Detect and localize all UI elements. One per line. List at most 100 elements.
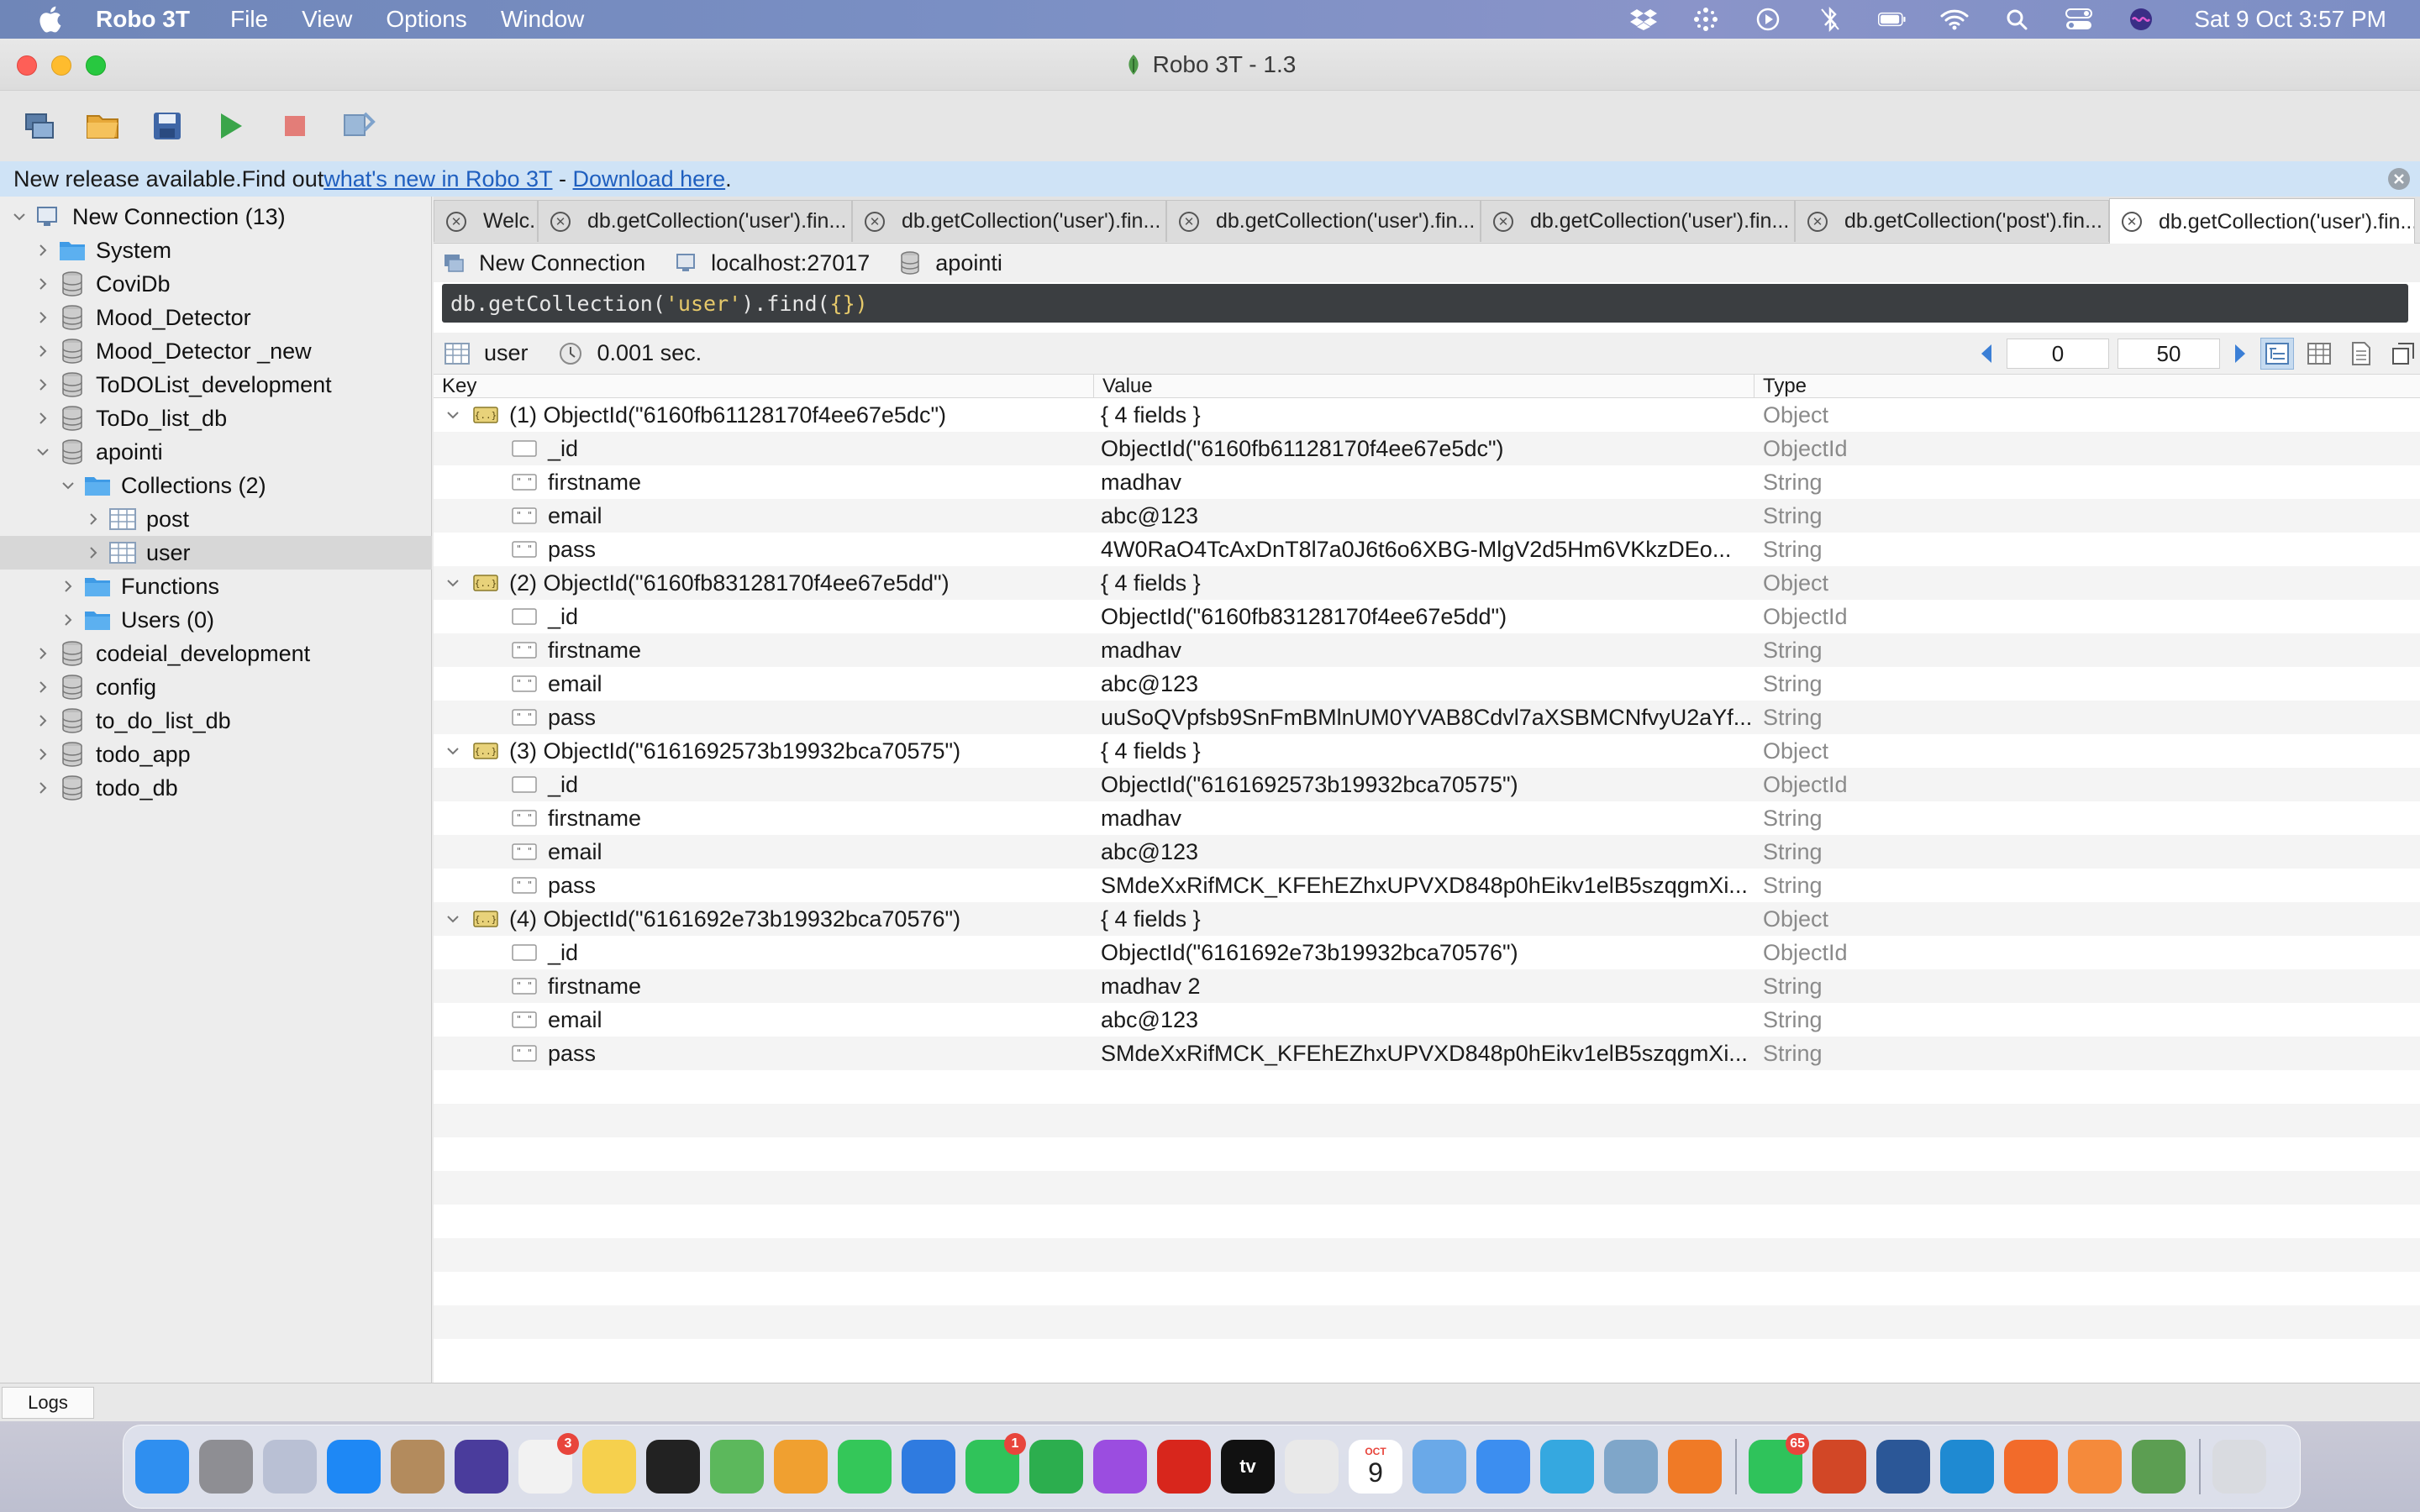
close-tab-icon[interactable]: ✕ bbox=[1493, 211, 1513, 232]
field-row[interactable]: " " pass uuSoQVpfsb9SnFmBMlnUM0YVAB8Cdvl7a… bbox=[434, 701, 2420, 734]
close-release-bar-button[interactable] bbox=[2388, 168, 2410, 190]
tree-item[interactable]: Functions bbox=[0, 570, 432, 603]
chevron-right-icon[interactable] bbox=[34, 275, 52, 293]
field-row[interactable]: " " firstname madhav String bbox=[434, 465, 2420, 499]
chevron-down-icon[interactable] bbox=[444, 746, 462, 756]
chevron-right-icon[interactable] bbox=[59, 577, 77, 596]
field-row[interactable]: " " firstname madhav String bbox=[434, 801, 2420, 835]
xcode-tool-icon[interactable] bbox=[1413, 1440, 1466, 1494]
field-row[interactable]: " " pass SMdeXxRifMCK_KFEhEZhxUPVXD848p0hE… bbox=[434, 869, 2420, 902]
field-row[interactable]: " " email abc@123 String bbox=[434, 1003, 2420, 1037]
tree-item[interactable]: apointi bbox=[0, 435, 432, 469]
tree-view-button[interactable] bbox=[2260, 338, 2294, 370]
tree-item[interactable]: todo_db bbox=[0, 771, 432, 805]
chevron-down-icon[interactable] bbox=[34, 443, 52, 461]
tree-item[interactable]: post bbox=[0, 502, 432, 536]
wifi-icon[interactable] bbox=[1940, 7, 1969, 32]
tree-item[interactable]: System bbox=[0, 234, 432, 267]
tree-item[interactable]: Users (0) bbox=[0, 603, 432, 637]
menu-file[interactable]: File bbox=[230, 6, 268, 33]
play-circle-icon[interactable] bbox=[1754, 7, 1782, 32]
apple-menu-icon[interactable] bbox=[37, 5, 62, 34]
chevron-right-icon[interactable] bbox=[34, 779, 52, 797]
field-row[interactable]: " " email abc@123 String bbox=[434, 835, 2420, 869]
tree-item[interactable]: todo_app bbox=[0, 738, 432, 771]
photos-icon[interactable] bbox=[774, 1440, 828, 1494]
document-row[interactable]: {..} (1) ObjectId("6160fb61128170f4ee67e5… bbox=[434, 398, 2420, 432]
table-view-button[interactable] bbox=[2302, 338, 2336, 370]
window-minimize-button[interactable] bbox=[51, 55, 71, 76]
skip-input[interactable]: 0 bbox=[2007, 339, 2109, 369]
chevron-right-icon[interactable] bbox=[84, 510, 103, 528]
keynote-icon[interactable] bbox=[902, 1440, 955, 1494]
chevron-right-icon[interactable] bbox=[84, 543, 103, 562]
field-row[interactable]: _id ObjectId("6161692573b19932bca70575") O… bbox=[434, 768, 2420, 801]
tree-item[interactable]: CoviDb bbox=[0, 267, 432, 301]
menu-window[interactable]: Window bbox=[501, 6, 585, 33]
document-row[interactable]: {..} (3) ObjectId("6161692573b19932bca705… bbox=[434, 734, 2420, 768]
vscode-icon[interactable] bbox=[1940, 1440, 1994, 1494]
column-header-key[interactable]: Key bbox=[434, 374, 1094, 398]
chevron-right-icon[interactable] bbox=[34, 308, 52, 327]
menu-options[interactable]: Options bbox=[386, 6, 467, 33]
bluetooth-off-icon[interactable] bbox=[1816, 7, 1844, 32]
dropbox-icon[interactable] bbox=[1629, 7, 1658, 32]
maximize-results-button[interactable] bbox=[2386, 338, 2420, 370]
chevron-down-icon[interactable] bbox=[444, 578, 462, 588]
logs-tab[interactable]: Logs bbox=[2, 1387, 94, 1419]
chevron-right-icon[interactable] bbox=[34, 375, 52, 394]
chevron-down-icon[interactable] bbox=[444, 410, 462, 420]
mail-icon[interactable] bbox=[1476, 1440, 1530, 1494]
query-tab[interactable]: ✕ db.getCollection('user').fin... bbox=[2109, 198, 2415, 244]
query-tab[interactable]: ✕ db.getCollection('user').fin... bbox=[538, 200, 852, 242]
grid-app-icon[interactable] bbox=[1540, 1440, 1594, 1494]
close-tab-icon[interactable]: ✕ bbox=[1807, 211, 1828, 232]
whatsapp-icon[interactable]: 65 bbox=[1749, 1433, 1809, 1494]
field-row[interactable]: _id ObjectId("6161692e73b19932bca70576") O… bbox=[434, 936, 2420, 969]
window-zoom-button[interactable] bbox=[86, 55, 106, 76]
download-link[interactable]: Download here bbox=[573, 166, 726, 192]
powerpoint-icon[interactable] bbox=[1812, 1440, 1866, 1494]
tree-item[interactable]: to_do_list_db bbox=[0, 704, 432, 738]
query-tab[interactable]: ✕ db.getCollection('post').fin... bbox=[1795, 200, 2109, 242]
field-row[interactable]: _id ObjectId("6160fb83128170f4ee67e5dd") O… bbox=[434, 600, 2420, 633]
query-tab[interactable]: ✕ db.getCollection('user').fin... bbox=[1481, 200, 1795, 242]
tree-item[interactable]: Mood_Detector bbox=[0, 301, 432, 334]
chevron-down-icon[interactable] bbox=[10, 207, 29, 226]
chevron-right-icon[interactable] bbox=[34, 342, 52, 360]
document-row[interactable]: {..} (2) ObjectId("6160fb83128170f4ee67e5… bbox=[434, 566, 2420, 600]
menu-app-name[interactable]: Robo 3T bbox=[96, 6, 190, 33]
query-tab[interactable]: ✕ db.getCollection('user').fin... bbox=[1166, 200, 1481, 242]
word-icon[interactable] bbox=[1876, 1440, 1930, 1494]
reminders-icon[interactable]: 3 bbox=[518, 1433, 579, 1494]
close-tab-icon[interactable]: ✕ bbox=[2122, 212, 2142, 232]
field-row[interactable]: " " email abc@123 String bbox=[434, 667, 2420, 701]
app-store-icon[interactable] bbox=[327, 1440, 381, 1494]
siri-icon[interactable] bbox=[455, 1440, 508, 1494]
sketch-icon[interactable] bbox=[2004, 1440, 2058, 1494]
chevron-right-icon[interactable] bbox=[59, 611, 77, 629]
field-row[interactable]: " " firstname madhav String bbox=[434, 633, 2420, 667]
chevron-right-icon[interactable] bbox=[34, 644, 52, 663]
connect-button[interactable] bbox=[20, 107, 59, 145]
network-dots-icon[interactable] bbox=[1691, 7, 1720, 32]
spotlight-search-icon[interactable] bbox=[2002, 7, 2031, 32]
column-header-type[interactable]: Type bbox=[1754, 375, 1807, 398]
menubar-clock[interactable]: Sat 9 Oct 3:57 PM bbox=[2194, 6, 2386, 33]
chevron-right-icon[interactable] bbox=[34, 711, 52, 730]
chevron-down-icon[interactable] bbox=[444, 914, 462, 924]
facetime-icon[interactable]: 1 bbox=[965, 1433, 1026, 1494]
chevron-right-icon[interactable] bbox=[34, 241, 52, 260]
acrobat-icon[interactable] bbox=[1157, 1440, 1211, 1494]
preview-icon[interactable] bbox=[1604, 1440, 1658, 1494]
maps-icon[interactable] bbox=[710, 1440, 764, 1494]
close-tab-icon[interactable]: ✕ bbox=[446, 211, 466, 232]
calendar-icon[interactable]: OCT 9 bbox=[1349, 1440, 1402, 1494]
numbers-icon[interactable] bbox=[1029, 1440, 1083, 1494]
apple-tv-icon[interactable]: tv bbox=[1221, 1440, 1275, 1494]
activity-monitor-icon[interactable] bbox=[646, 1440, 700, 1494]
chevron-down-icon[interactable] bbox=[59, 476, 77, 495]
execute-button[interactable] bbox=[212, 107, 250, 145]
chrome-icon[interactable] bbox=[1285, 1440, 1339, 1494]
robo3t-icon[interactable] bbox=[2132, 1440, 2186, 1494]
